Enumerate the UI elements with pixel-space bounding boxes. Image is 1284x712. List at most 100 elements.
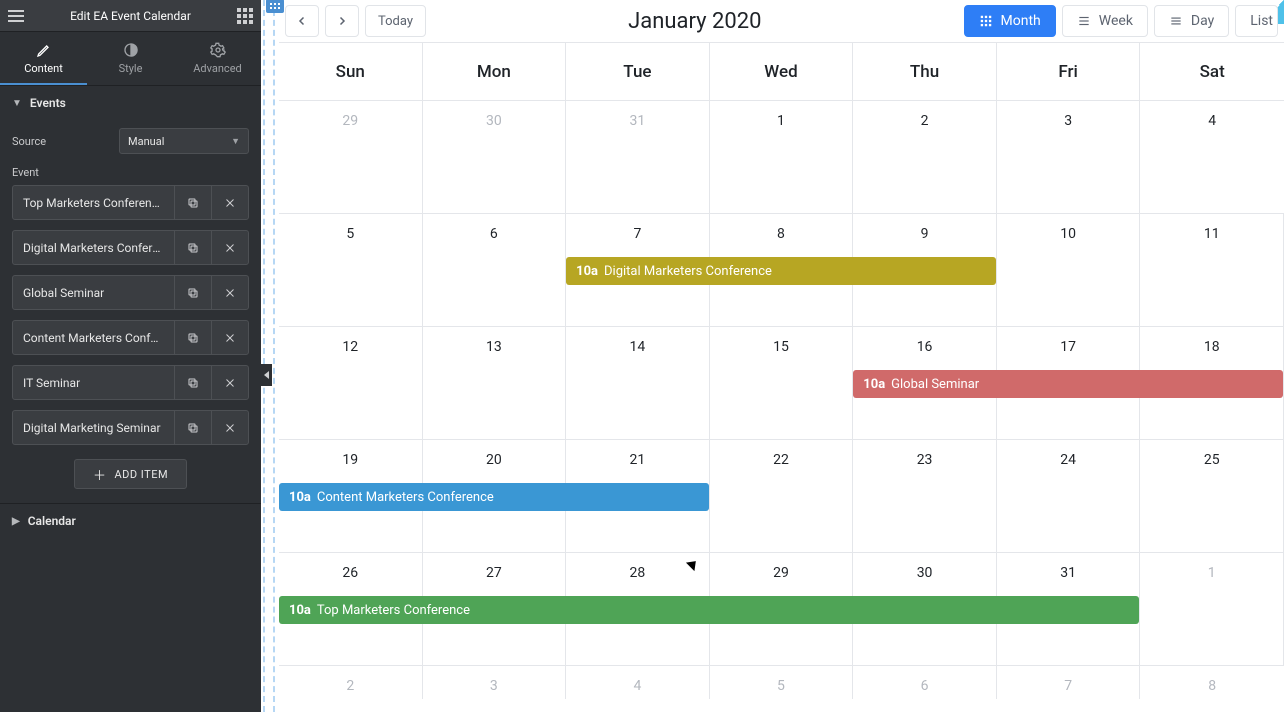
calendar-day[interactable]: 15 xyxy=(710,327,854,439)
calendar-day[interactable]: 2 xyxy=(279,666,423,699)
view-list-button[interactable]: List xyxy=(1235,5,1278,37)
event-name[interactable]: Global Seminar xyxy=(13,286,174,300)
calendar-nav: Today xyxy=(285,5,426,37)
calendar-day[interactable]: 5 xyxy=(279,214,423,326)
remove-button[interactable] xyxy=(211,365,248,400)
day-number: 2 xyxy=(853,113,996,129)
day-number: 24 xyxy=(997,452,1140,468)
copy-icon xyxy=(187,287,199,299)
tab-label: Style xyxy=(119,62,143,75)
duplicate-button[interactable] xyxy=(174,320,211,355)
event-title: Top Marketers Conference xyxy=(317,603,470,618)
day-number: 28 xyxy=(566,565,709,581)
calendar-day[interactable]: 23 xyxy=(853,440,997,552)
view-month-button[interactable]: Month xyxy=(964,5,1056,37)
calendar-day[interactable]: 6 xyxy=(423,214,567,326)
calendar-day[interactable]: 4 xyxy=(566,666,710,699)
add-item-button[interactable]: ＋ ADD ITEM xyxy=(74,459,187,489)
calendar-view-buttons: Month Week Day List xyxy=(964,5,1278,37)
calendar-day[interactable]: 30 xyxy=(423,101,567,213)
panel-tabs: Content Style Advanced xyxy=(0,32,261,85)
chevron-left-icon xyxy=(296,15,308,27)
today-button[interactable]: Today xyxy=(365,5,426,37)
calendar-day[interactable]: 25 xyxy=(1140,440,1284,552)
event-name[interactable]: Top Marketers Conference xyxy=(13,196,174,210)
view-week-button[interactable]: Week xyxy=(1062,5,1148,37)
button-label: Week xyxy=(1099,13,1133,29)
calendar-day[interactable]: 2 xyxy=(853,101,997,213)
calendar-day[interactable]: 31 xyxy=(566,101,710,213)
calendar-day[interactable]: 14 xyxy=(566,327,710,439)
day-number: 15 xyxy=(710,339,853,355)
tab-content[interactable]: Content xyxy=(0,32,87,85)
calendar-event[interactable]: 10aTop Marketers Conference xyxy=(279,596,1139,624)
day-number: 4 xyxy=(1140,113,1284,129)
collapse-sidebar-button[interactable] xyxy=(260,364,272,386)
day-number: 6 xyxy=(853,678,996,694)
calendar-day[interactable]: 12 xyxy=(279,327,423,439)
day-number: 12 xyxy=(279,339,422,355)
day-number: 30 xyxy=(423,113,566,129)
calendar-event[interactable]: 10aDigital Marketers Conference xyxy=(566,257,996,285)
calendar-day[interactable]: 29 xyxy=(279,101,423,213)
calendar-weeks: 293031123456789101110aDigital Marketers … xyxy=(279,100,1284,699)
hamburger-icon[interactable] xyxy=(8,10,24,22)
calendar-day[interactable]: 24 xyxy=(997,440,1141,552)
calendar-day[interactable]: 5 xyxy=(710,666,854,699)
day-number: 1 xyxy=(1140,565,1283,581)
duplicate-button[interactable] xyxy=(174,365,211,400)
prev-button[interactable] xyxy=(285,5,319,37)
tab-style[interactable]: Style xyxy=(87,32,174,85)
remove-button[interactable] xyxy=(211,410,248,445)
day-number: 3 xyxy=(997,113,1140,129)
calendar-day[interactable]: 10 xyxy=(997,214,1141,326)
event-name[interactable]: Content Marketers Confe… xyxy=(13,331,174,345)
remove-button[interactable] xyxy=(211,185,248,220)
preview-pane: Today January 2020 Month Week Day xyxy=(261,0,1284,712)
event-name[interactable]: Digital Marketing Seminar xyxy=(13,421,174,435)
event-time: 10a xyxy=(863,377,885,392)
calendar-day[interactable]: 1 xyxy=(710,101,854,213)
calendar-day[interactable]: 3 xyxy=(997,101,1141,213)
gear-icon xyxy=(210,42,226,58)
calendar-widget: Today January 2020 Month Week Day xyxy=(279,0,1284,712)
calendar-day[interactable]: 8 xyxy=(1140,666,1284,699)
calendar-day[interactable]: 7 xyxy=(997,666,1141,699)
view-day-button[interactable]: Day xyxy=(1154,5,1229,37)
day-number: 6 xyxy=(423,226,566,242)
tab-label: Advanced xyxy=(193,62,241,75)
section-toggle-calendar[interactable]: ▶ Calendar xyxy=(0,504,261,538)
tab-advanced[interactable]: Advanced xyxy=(174,32,261,85)
calendar-day[interactable]: 22 xyxy=(710,440,854,552)
event-time: 10a xyxy=(289,490,311,505)
copy-icon xyxy=(187,422,199,434)
remove-button[interactable] xyxy=(211,320,248,355)
calendar-day[interactable]: 6 xyxy=(853,666,997,699)
button-label: Month xyxy=(1001,13,1041,29)
calendar-event[interactable]: 10aContent Marketers Conference xyxy=(279,483,709,511)
section-toggle-events[interactable]: ▼ Events xyxy=(0,86,261,120)
remove-button[interactable] xyxy=(211,275,248,310)
day-number: 8 xyxy=(1140,678,1284,694)
dow-cell: Wed xyxy=(710,43,854,100)
remove-button[interactable] xyxy=(211,230,248,265)
section-calendar: ▶ Calendar xyxy=(0,503,261,538)
calendar-day[interactable]: 3 xyxy=(423,666,567,699)
duplicate-button[interactable] xyxy=(174,275,211,310)
calendar-day[interactable]: 1 xyxy=(1140,553,1284,665)
apps-icon[interactable] xyxy=(237,8,253,24)
calendar-week: 2345678 xyxy=(279,665,1284,699)
duplicate-button[interactable] xyxy=(174,185,211,220)
duplicate-button[interactable] xyxy=(174,230,211,265)
next-button[interactable] xyxy=(325,5,359,37)
day-number: 14 xyxy=(566,339,709,355)
source-select[interactable]: Manual ▼ xyxy=(119,128,249,154)
event-item: Digital Marketers Confere… xyxy=(12,230,249,265)
calendar-day[interactable]: 4 xyxy=(1140,101,1284,213)
event-name[interactable]: Digital Marketers Confere… xyxy=(13,241,174,255)
calendar-event[interactable]: 10aGlobal Seminar xyxy=(853,370,1283,398)
calendar-day[interactable]: 13 xyxy=(423,327,567,439)
duplicate-button[interactable] xyxy=(174,410,211,445)
calendar-day[interactable]: 11 xyxy=(1140,214,1284,326)
event-name[interactable]: IT Seminar xyxy=(13,376,174,390)
